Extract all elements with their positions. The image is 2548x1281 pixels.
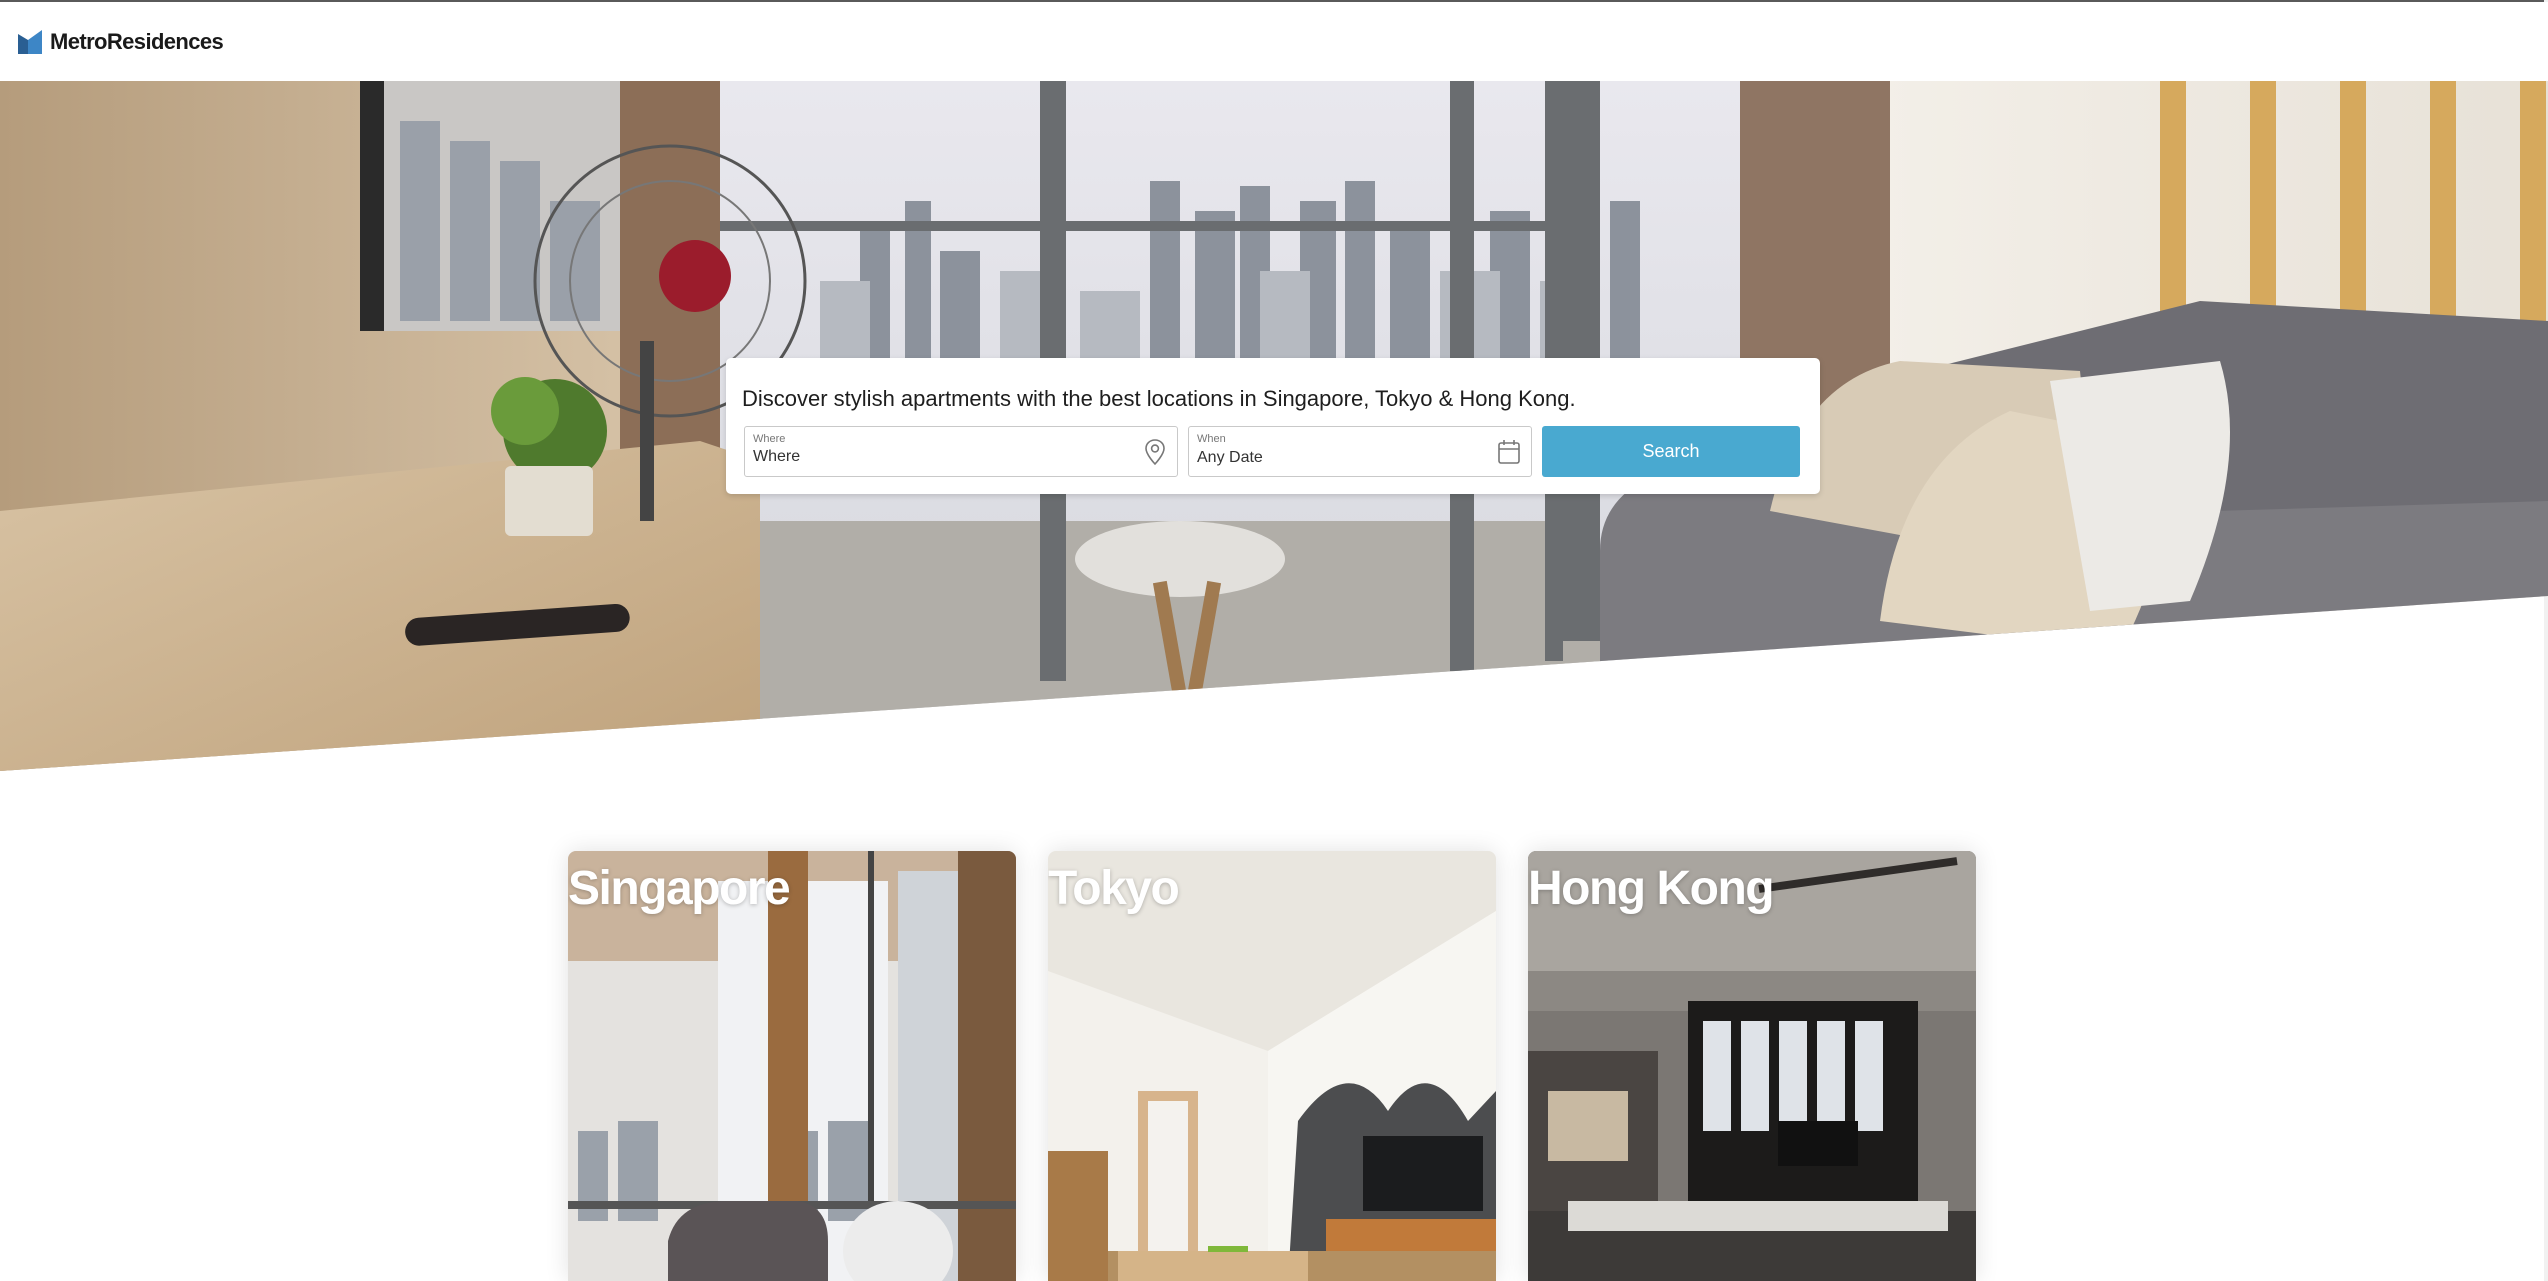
when-field[interactable]: When Any Date [1188, 426, 1532, 477]
search-button[interactable]: Search [1542, 426, 1800, 477]
city-name: Singapore [568, 862, 791, 915]
city-name: Tokyo [1048, 862, 1180, 915]
logo-mark-icon [18, 29, 42, 54]
city-card-tokyo[interactable]: Tokyo [1048, 851, 1496, 1281]
city-cards: Singapore Tokyo Hong Kong [568, 851, 1976, 1281]
city-card-singapore[interactable]: Singapore [568, 851, 1016, 1281]
when-value: Any Date [1197, 449, 1263, 466]
hero-headline: Discover stylish apartments with the bes… [742, 386, 1576, 411]
city-card-hong-kong[interactable]: Hong Kong [1528, 851, 1976, 1281]
where-field[interactable]: Where [744, 426, 1178, 477]
map-pin-icon [1145, 439, 1165, 466]
city-name: Hong Kong [1528, 862, 1775, 915]
where-input[interactable] [753, 446, 1107, 468]
calendar-icon [1498, 440, 1520, 464]
logo-link[interactable]: MetroResidences [18, 28, 224, 55]
where-label: Where [753, 433, 786, 445]
when-label: When [1197, 433, 1226, 445]
site-header: MetroResidences [0, 2, 2548, 81]
brand-name: MetroResidences [50, 28, 224, 54]
search-form: Where When Any Date Search [740, 426, 1806, 477]
search-panel: Discover stylish apartments with the bes… [726, 358, 1820, 494]
